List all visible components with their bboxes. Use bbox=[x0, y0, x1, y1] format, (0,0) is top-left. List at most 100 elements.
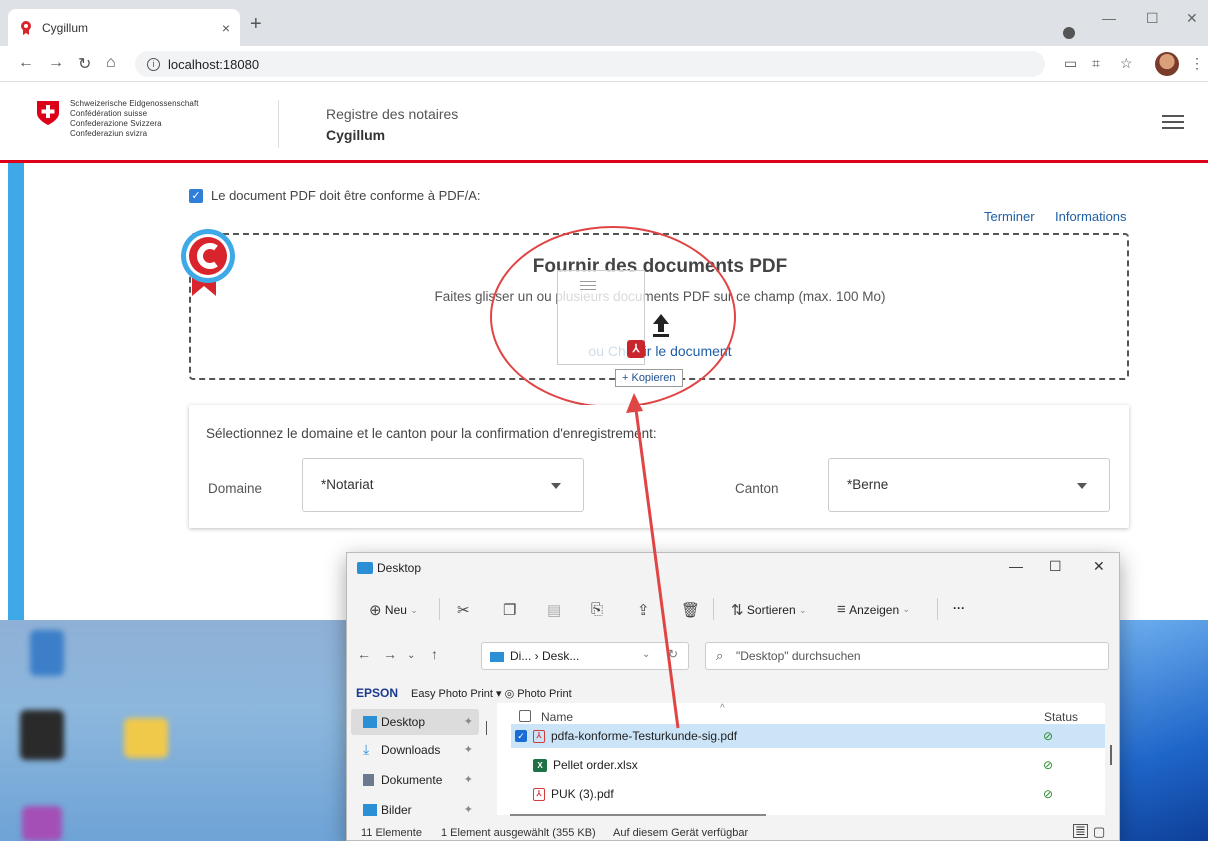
tiles-view-icon[interactable]: ▢ bbox=[1093, 824, 1105, 840]
file-row[interactable]: ⅄ PUK (3).pdf ⊘ bbox=[511, 782, 1105, 806]
window-minimize-button[interactable]: — bbox=[1102, 10, 1116, 26]
window-close-button[interactable]: ✕ bbox=[1186, 10, 1198, 27]
pdfa-checkbox[interactable]: ✓ bbox=[189, 189, 203, 203]
desktop-folder-icon bbox=[363, 716, 377, 728]
epson-brand: EPSON bbox=[356, 686, 399, 700]
browser-tab[interactable]: Cygillum × bbox=[8, 9, 240, 46]
select-all-checkbox[interactable] bbox=[519, 710, 531, 725]
view-button[interactable]: ≡ Anzeigen ⌄ bbox=[837, 601, 910, 618]
explorer-forward-icon[interactable]: → bbox=[383, 646, 397, 662]
file-checkbox[interactable]: ✓ bbox=[515, 730, 527, 742]
selection-title: Sélectionnez le domaine et le canton pou… bbox=[206, 426, 657, 441]
cast-icon[interactable]: ▭ bbox=[1064, 55, 1077, 72]
app-title: Cygillum bbox=[326, 127, 386, 143]
more-options-button[interactable]: ··· bbox=[953, 601, 965, 615]
rename-icon[interactable]: ⎘ bbox=[591, 601, 603, 618]
availability-status: Auf diesem Gerät verfügbar bbox=[613, 827, 749, 839]
pin-icon: ✦ bbox=[463, 774, 473, 786]
nav-item-documents[interactable]: Dokumente ✦ bbox=[351, 767, 479, 793]
header-divider bbox=[278, 100, 279, 148]
recent-locations-icon[interactable]: ⌄ bbox=[407, 650, 415, 661]
pdfa-label: Le document PDF doit être conforme à PDF… bbox=[211, 188, 481, 203]
paste-icon[interactable]: ▤ bbox=[547, 601, 561, 619]
nav-item-pictures[interactable]: Bilder ✦ bbox=[351, 797, 479, 823]
extension-icon[interactable]: ⌗ bbox=[1092, 55, 1100, 72]
home-icon[interactable]: ⌂ bbox=[106, 54, 116, 72]
horizontal-scrollbar[interactable] bbox=[510, 814, 766, 816]
desktop-icon[interactable] bbox=[30, 630, 64, 676]
desktop-folder-icon[interactable] bbox=[124, 718, 168, 758]
epson-photo-print-bar[interactable]: Easy Photo Print ▾ ◎ Photo Print bbox=[411, 687, 572, 700]
explorer-up-icon[interactable]: ↑ bbox=[431, 646, 438, 662]
new-button[interactable]: ⊕ Neu ⌄ bbox=[369, 601, 418, 619]
domain-label: Domaine bbox=[208, 481, 263, 496]
column-header-status[interactable]: Status bbox=[1044, 710, 1078, 724]
pdf-file-icon: ⅄ bbox=[533, 787, 545, 801]
header-red-line bbox=[0, 160, 1208, 163]
sync-status-icon: ⊘ bbox=[1043, 787, 1054, 801]
information-link[interactable]: Informations bbox=[1055, 209, 1127, 224]
address-url: localhost:18080 bbox=[168, 56, 260, 72]
sync-status-icon: ⊘ bbox=[1043, 758, 1054, 772]
back-arrow-icon[interactable]: ← bbox=[18, 54, 34, 72]
explorer-minimize-button[interactable]: — bbox=[1009, 558, 1023, 574]
finish-link[interactable]: Terminer bbox=[984, 209, 1035, 224]
explorer-back-icon[interactable]: ← bbox=[357, 646, 371, 662]
file-row[interactable]: ✓ ⅄ pdfa-konforme-Testurkunde-sig.pdf ⊘ bbox=[511, 724, 1105, 748]
chevron-down-icon bbox=[551, 483, 561, 489]
pane-splitter[interactable] bbox=[486, 721, 487, 735]
left-accent-bar bbox=[8, 163, 24, 623]
copy-icon[interactable]: ❐ bbox=[503, 601, 516, 619]
reload-icon[interactable]: ↻ bbox=[78, 54, 91, 74]
new-tab-button[interactable]: + bbox=[250, 13, 262, 36]
sort-chevron-icon: ^ bbox=[720, 703, 725, 714]
browser-toolbar: ← → ↻ ⌂ i localhost:18080 ▭ ⌗ ☆ ⋮ bbox=[0, 46, 1208, 82]
nav-item-desktop[interactable]: Desktop ✦ bbox=[351, 709, 479, 735]
explorer-address-bar[interactable]: Di... › Desk... ⌄ ↻ bbox=[481, 642, 689, 670]
selection-info: 1 Element ausgewählt (355 KB) bbox=[441, 827, 596, 839]
delete-icon[interactable]: 🗑 bbox=[681, 601, 700, 619]
site-info-icon[interactable]: i bbox=[147, 57, 160, 71]
cygillum-favicon-icon bbox=[21, 20, 31, 35]
cut-icon[interactable]: ✂ bbox=[457, 601, 470, 619]
tab-close-icon[interactable]: × bbox=[222, 20, 230, 36]
sort-button[interactable]: ⇅ Sortieren ⌄ bbox=[731, 601, 807, 619]
window-maximize-button[interactable]: ☐ bbox=[1146, 10, 1159, 27]
browser-tab-bar: Cygillum × + — ☐ ✕ bbox=[0, 0, 1208, 46]
desktop-icon[interactable] bbox=[22, 806, 62, 841]
confederation-names: Schweizerische Eidgenossenschaft Confédé… bbox=[70, 99, 199, 138]
explorer-close-button[interactable]: ✕ bbox=[1093, 558, 1105, 575]
desktop-icon[interactable] bbox=[20, 710, 64, 760]
folder-icon bbox=[357, 562, 373, 574]
column-header-name[interactable]: Name bbox=[541, 710, 573, 724]
explorer-title: Desktop bbox=[377, 561, 422, 575]
explorer-maximize-button[interactable]: ☐ bbox=[1049, 558, 1062, 575]
plus-circle-icon: ⊕ bbox=[369, 602, 382, 619]
domain-select[interactable]: *Notariat bbox=[302, 458, 584, 512]
pictures-icon bbox=[363, 804, 377, 816]
item-count: 11 Elemente bbox=[361, 827, 422, 839]
share-icon[interactable]: ⇪ bbox=[637, 601, 650, 619]
hamburger-menu-icon[interactable] bbox=[1162, 115, 1184, 133]
bookmark-star-icon[interactable]: ☆ bbox=[1120, 55, 1133, 72]
refresh-icon[interactable]: ↻ bbox=[668, 647, 678, 661]
sync-status-icon: ⊘ bbox=[1043, 729, 1054, 743]
explorer-search-input[interactable]: ⌕ "Desktop" durchsuchen bbox=[705, 642, 1109, 670]
canton-value: *Berne bbox=[847, 477, 889, 492]
chevron-down-icon[interactable]: ⌄ bbox=[642, 649, 650, 660]
file-row[interactable]: X Pellet order.xlsx ⊘ bbox=[511, 753, 1105, 777]
pdf-file-icon: ⅄ bbox=[533, 729, 545, 743]
vertical-scrollbar[interactable] bbox=[1110, 745, 1112, 765]
view-lines-icon: ≡ bbox=[837, 601, 846, 618]
media-indicator-icon[interactable] bbox=[1063, 27, 1075, 39]
tab-title: Cygillum bbox=[42, 20, 89, 35]
nav-item-downloads[interactable]: ⤓ Downloads ✦ bbox=[351, 737, 479, 763]
pin-icon: ✦ bbox=[463, 804, 473, 816]
toolbar-divider bbox=[439, 598, 440, 620]
profile-avatar[interactable] bbox=[1155, 52, 1179, 76]
canton-select[interactable]: *Berne bbox=[828, 458, 1110, 512]
browser-menu-icon[interactable]: ⋮ bbox=[1190, 55, 1204, 72]
address-bar[interactable]: i localhost:18080 bbox=[135, 51, 1045, 77]
forward-arrow-icon[interactable]: → bbox=[48, 54, 64, 72]
details-view-icon[interactable]: ≣ bbox=[1073, 824, 1088, 838]
